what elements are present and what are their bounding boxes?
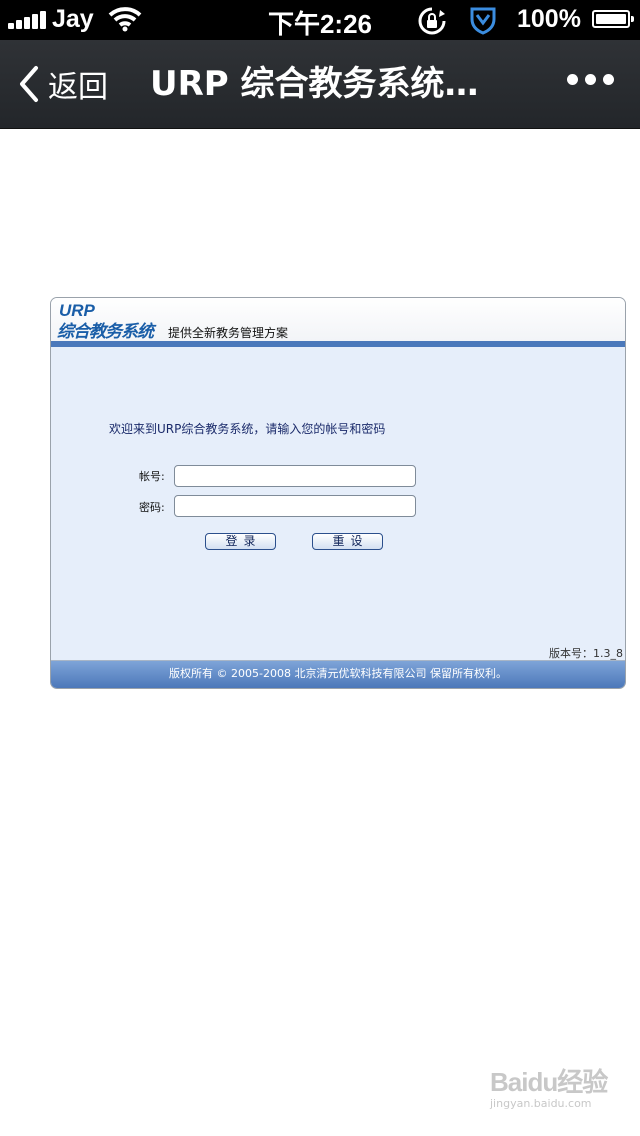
battery-percent: 100% bbox=[517, 5, 581, 33]
login-button[interactable]: 登录 bbox=[205, 533, 276, 550]
watermark-logo: Baidu经验 bbox=[490, 1067, 608, 1097]
header-divider bbox=[51, 341, 625, 347]
account-label: 帐号: bbox=[139, 470, 165, 483]
watermark-url: jingyan.baidu.com bbox=[490, 1097, 592, 1110]
version-text: 版本号：1.3_8 bbox=[549, 647, 623, 660]
page-title: URP 综合教务系统… bbox=[150, 64, 479, 104]
logo-system-name: 综合教务系统 bbox=[57, 322, 154, 342]
reset-button[interactable]: 重设 bbox=[312, 533, 383, 550]
baidu-watermark: Baidu经验 jingyan.baidu.com bbox=[490, 1062, 608, 1110]
back-label: 返回 bbox=[48, 70, 108, 105]
battery-icon bbox=[592, 10, 634, 28]
status-bar: Jay 下午2:26 100% bbox=[0, 0, 640, 40]
password-label: 密码: bbox=[139, 501, 165, 514]
vpn-shield-icon bbox=[470, 7, 496, 35]
tagline: 提供全新教务管理方案 bbox=[168, 326, 289, 340]
rotation-lock-icon bbox=[418, 7, 446, 35]
welcome-text: 欢迎来到URP综合教务系统，请输入您的帐号和密码 bbox=[109, 422, 386, 436]
more-dots-icon[interactable] bbox=[567, 74, 614, 85]
back-button[interactable]: 返回 bbox=[18, 62, 108, 106]
login-frame: URP 综合教务系统 提供全新教务管理方案 欢迎来到URP综合教务系统，请输入您… bbox=[50, 297, 626, 689]
account-field[interactable] bbox=[174, 465, 416, 487]
password-field[interactable] bbox=[174, 495, 416, 517]
frame-header: URP 综合教务系统 提供全新教务管理方案 bbox=[51, 298, 625, 342]
chevron-left-icon bbox=[20, 66, 38, 102]
nav-bar: 返回 URP 综合教务系统… bbox=[0, 40, 640, 129]
copyright-footer: 版权所有 © 2005-2008 北京清元优软科技有限公司 保留所有权利。 bbox=[51, 661, 625, 688]
